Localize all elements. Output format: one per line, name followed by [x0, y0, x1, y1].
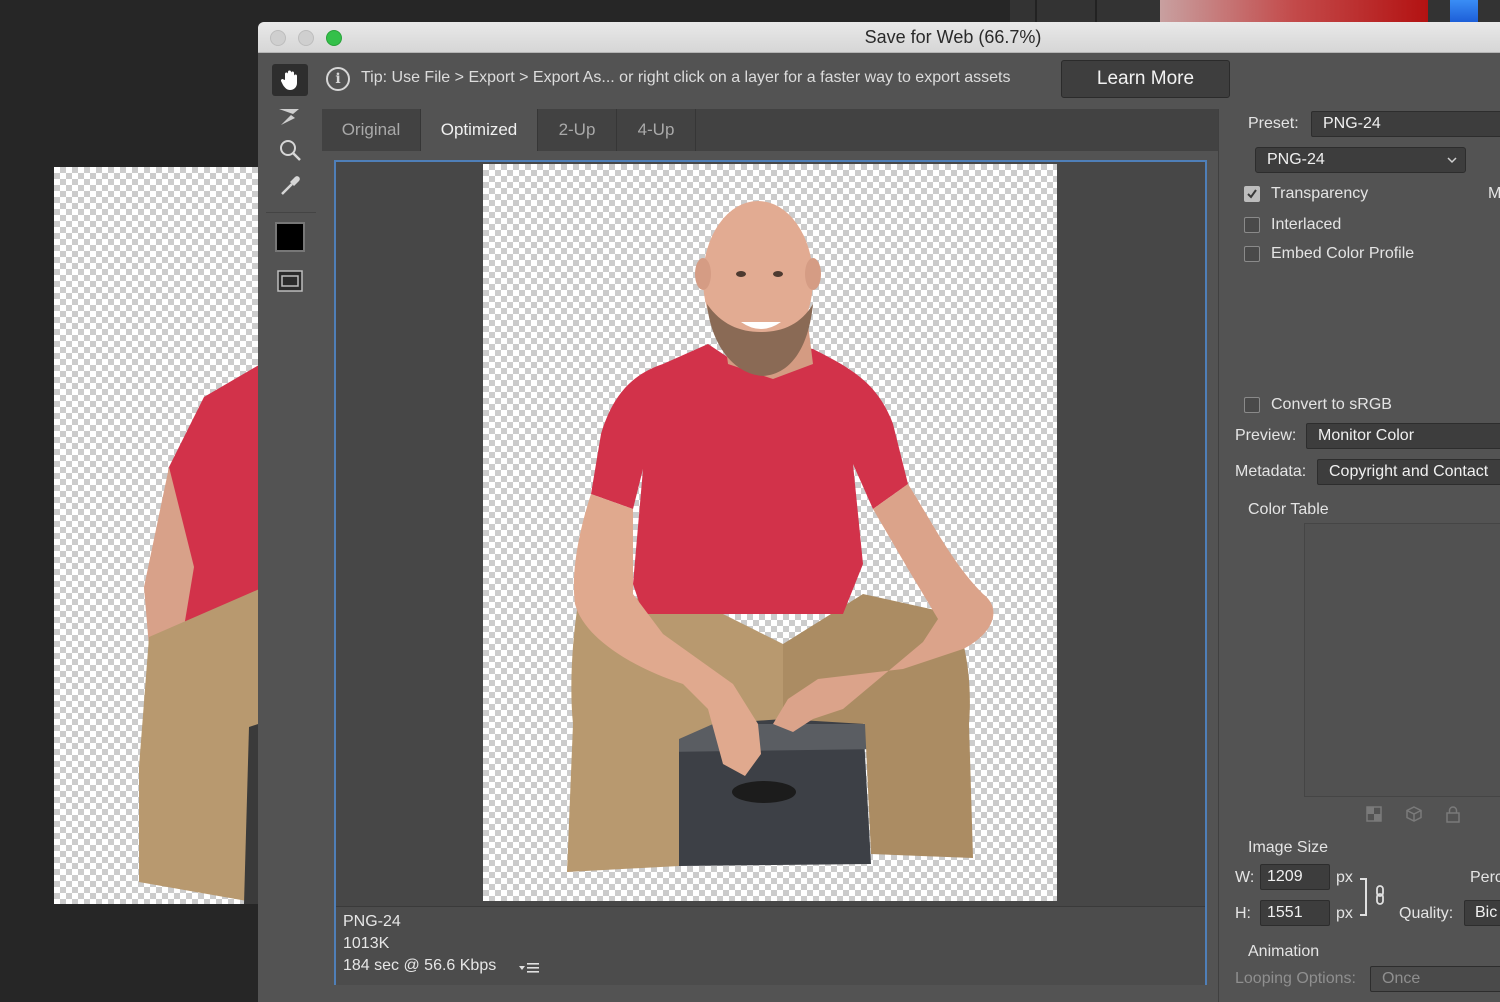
chevron-down-icon — [1447, 157, 1457, 164]
convert-srgb-checkbox[interactable] — [1244, 397, 1260, 413]
preset-label: Preset: — [1248, 115, 1299, 132]
preview-canvas[interactable] — [483, 164, 1057, 901]
hand-tool-icon[interactable] — [272, 64, 308, 96]
save-for-web-dialog: Save for Web (66.7%) i Tip: Use File > E… — [258, 22, 1500, 1002]
transparency-label: Transparency — [1271, 185, 1369, 202]
settings-panel-divider — [1218, 109, 1219, 1002]
width-input[interactable]: 1209 — [1260, 864, 1330, 890]
tab-2-up[interactable]: 2-Up — [538, 109, 616, 151]
file-format-value: PNG-24 — [1267, 151, 1325, 168]
status-download-time: 184 sec @ 56.6 Kbps — [343, 957, 497, 974]
interlaced-label: Interlaced — [1271, 216, 1342, 233]
optimized-preview-pane[interactable]: PNG-24 1013K 184 sec @ 56.6 Kbps — [334, 160, 1207, 985]
image-size-label: Image Size — [1248, 839, 1329, 856]
eyedropper-tool-icon[interactable] — [272, 170, 308, 202]
transparency-checkbox[interactable] — [1244, 186, 1260, 202]
slice-select-tool-icon[interactable] — [272, 100, 308, 132]
background-panel-strip — [1010, 0, 1500, 22]
height-unit: px — [1336, 905, 1353, 922]
looping-options-label: Looping Options: — [1235, 970, 1356, 987]
convert-srgb-label: Convert to sRGB — [1271, 396, 1392, 413]
color-gradient-swatch — [1160, 0, 1428, 22]
preview-photo — [567, 201, 994, 872]
preview-status-bar: PNG-24 1013K 184 sec @ 56.6 Kbps — [336, 906, 1205, 985]
window-title: Save for Web (66.7%) — [864, 27, 1042, 47]
info-icon: i — [326, 67, 350, 91]
preview-select[interactable]: Monitor Color — [1306, 423, 1500, 449]
color-table-label: Color Table — [1248, 501, 1329, 518]
quality-label: Quality: — [1399, 905, 1454, 922]
learn-more-button[interactable]: Learn More — [1061, 60, 1230, 98]
percent-label: Perc — [1470, 869, 1500, 886]
eyedropper-color-swatch[interactable] — [275, 222, 305, 252]
animation-label: Animation — [1248, 943, 1320, 960]
title-bar: Save for Web (66.7%) — [258, 22, 1500, 53]
embed-color-profile-label: Embed Color Profile — [1271, 245, 1415, 262]
constrain-proportions-link-icon[interactable] — [1358, 877, 1388, 917]
status-file-size: 1013K — [343, 935, 390, 952]
metadata-select[interactable]: Copyright and Contact — [1317, 459, 1500, 485]
color-table[interactable] — [1304, 523, 1500, 797]
lock-icon[interactable] — [1444, 805, 1462, 823]
matte-label-clipped: M — [1488, 185, 1500, 202]
view-tabs: Original Optimized 2-Up 4-Up — [322, 109, 1218, 151]
preview-label: Preview: — [1235, 427, 1297, 444]
tab-divider — [695, 109, 696, 151]
interlaced-checkbox[interactable] — [1244, 217, 1260, 233]
strip-divider — [1035, 0, 1037, 22]
height-label: H: — [1235, 905, 1251, 922]
file-format-select[interactable]: PNG-24 — [1255, 147, 1466, 173]
tab-4-up[interactable]: 4-Up — [617, 109, 695, 151]
background-document-canvas — [54, 167, 264, 904]
quality-select[interactable]: Bic — [1464, 900, 1500, 926]
metadata-label: Metadata: — [1235, 463, 1307, 480]
embed-color-profile-checkbox[interactable] — [1244, 246, 1260, 262]
web-shift-cube-icon[interactable] — [1405, 805, 1423, 823]
status-format: PNG-24 — [343, 913, 401, 930]
tab-optimized[interactable]: Optimized — [421, 109, 537, 151]
blue-color-swatch — [1450, 0, 1478, 22]
looping-options-select[interactable]: Once — [1370, 966, 1500, 992]
download-speed-menu-icon[interactable] — [519, 961, 541, 975]
strip-divider — [1095, 0, 1097, 22]
tool-bar — [266, 62, 318, 322]
tab-original[interactable]: Original — [322, 109, 420, 151]
toggle-slices-icon[interactable] — [272, 265, 308, 297]
width-unit: px — [1336, 869, 1353, 886]
background-document-photo — [139, 362, 264, 904]
check-icon — [1247, 189, 1257, 199]
zoom-tool-icon[interactable] — [272, 134, 308, 166]
toolbar-divider — [266, 212, 316, 213]
tip-text: Tip: Use File > Export > Export As... or… — [361, 69, 1011, 86]
preset-select[interactable]: PNG-24 — [1311, 111, 1500, 137]
map-transparency-icon[interactable] — [1365, 805, 1383, 823]
height-input[interactable]: 1551 — [1260, 900, 1330, 926]
width-label: W: — [1235, 869, 1255, 886]
